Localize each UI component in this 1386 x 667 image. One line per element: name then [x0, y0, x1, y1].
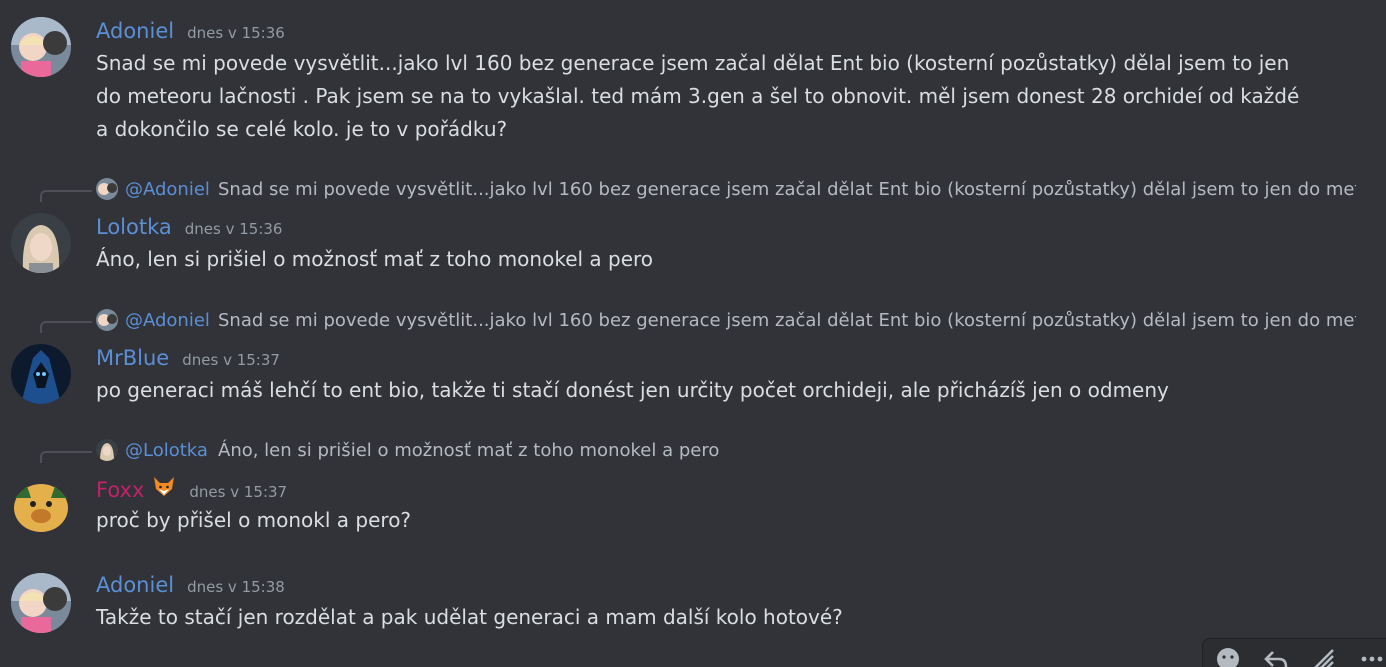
reply-avatar-lolotka: [96, 439, 118, 461]
avatar-lolotka[interactable]: [11, 213, 71, 273]
reply-spine: [40, 321, 92, 333]
message-lolotka[interactable]: @Adoniel Snad se mi povede vysvětlit...j…: [0, 178, 1386, 278]
add-reaction-icon[interactable]: [1213, 644, 1243, 667]
reply-icon[interactable]: [1261, 644, 1291, 667]
reply-text[interactable]: Áno, len si prišiel o možnosť mať z toho…: [218, 440, 719, 461]
message-timestamp[interactable]: dnes v 15:36: [187, 24, 285, 42]
reply-text[interactable]: Snad se mi povede vysvětlit...jako lvl 1…: [218, 310, 1356, 331]
reply-mention[interactable]: @Adoniel: [125, 309, 210, 333]
message-adoniel-1[interactable]: Adoniel dnes v 15:36 Snad se mi povede v…: [0, 14, 1386, 154]
message-foxx[interactable]: @Lolotka Áno, len si prišiel o možnosť m…: [0, 439, 1386, 539]
more-icon[interactable]: [1357, 644, 1386, 667]
chat-messages: Adoniel dnes v 15:36 Snad se mi povede v…: [0, 0, 1386, 667]
author-name[interactable]: MrBlue: [96, 345, 169, 371]
message-content: po generaci máš lehčí to ent bio, takže …: [96, 378, 1169, 402]
avatar-mrblue[interactable]: [11, 344, 71, 404]
message-timestamp[interactable]: dnes v 15:37: [189, 483, 287, 501]
reply-spine: [40, 190, 92, 202]
reply-avatar-adoniel: [96, 309, 118, 331]
reply-avatar-adoniel: [96, 178, 118, 200]
message-content: Áno, len si prišiel o možnosť mať z toho…: [96, 247, 654, 271]
message-timestamp[interactable]: dnes v 15:38: [187, 578, 285, 596]
avatar-adoniel[interactable]: [11, 573, 71, 633]
message-content: proč by přišel o monokl a pero?: [96, 508, 412, 532]
fox-face-icon: [152, 475, 176, 497]
message-timestamp[interactable]: dnes v 15:37: [182, 351, 280, 369]
message-content: Takže to stačí jen rozdělat a pak udělat…: [96, 605, 843, 629]
message-actions-toolbar: [1202, 638, 1386, 667]
author-name[interactable]: Lolotka: [96, 214, 172, 240]
author-name[interactable]: Adoniel: [96, 18, 174, 44]
message-adoniel-2[interactable]: Adoniel dnes v 15:38 Takže to stačí jen …: [0, 570, 1386, 640]
author-name[interactable]: Adoniel: [96, 572, 174, 598]
reply-text[interactable]: Snad se mi povede vysvětlit...jako lvl 1…: [218, 179, 1356, 200]
message-mrblue[interactable]: @Adoniel Snad se mi povede vysvětlit...j…: [0, 309, 1386, 409]
avatar-foxx[interactable]: [11, 474, 71, 534]
forward-icon[interactable]: [1309, 644, 1339, 667]
avatar-adoniel[interactable]: [11, 17, 71, 77]
reply-spine: [40, 451, 92, 463]
author-name[interactable]: Foxx: [96, 477, 144, 503]
reply-mention[interactable]: @Adoniel: [125, 178, 210, 202]
reply-mention[interactable]: @Lolotka: [125, 439, 208, 463]
message-timestamp[interactable]: dnes v 15:36: [185, 220, 283, 238]
message-content: Snad se mi povede vysvětlit...jako lvl 1…: [96, 51, 1300, 141]
